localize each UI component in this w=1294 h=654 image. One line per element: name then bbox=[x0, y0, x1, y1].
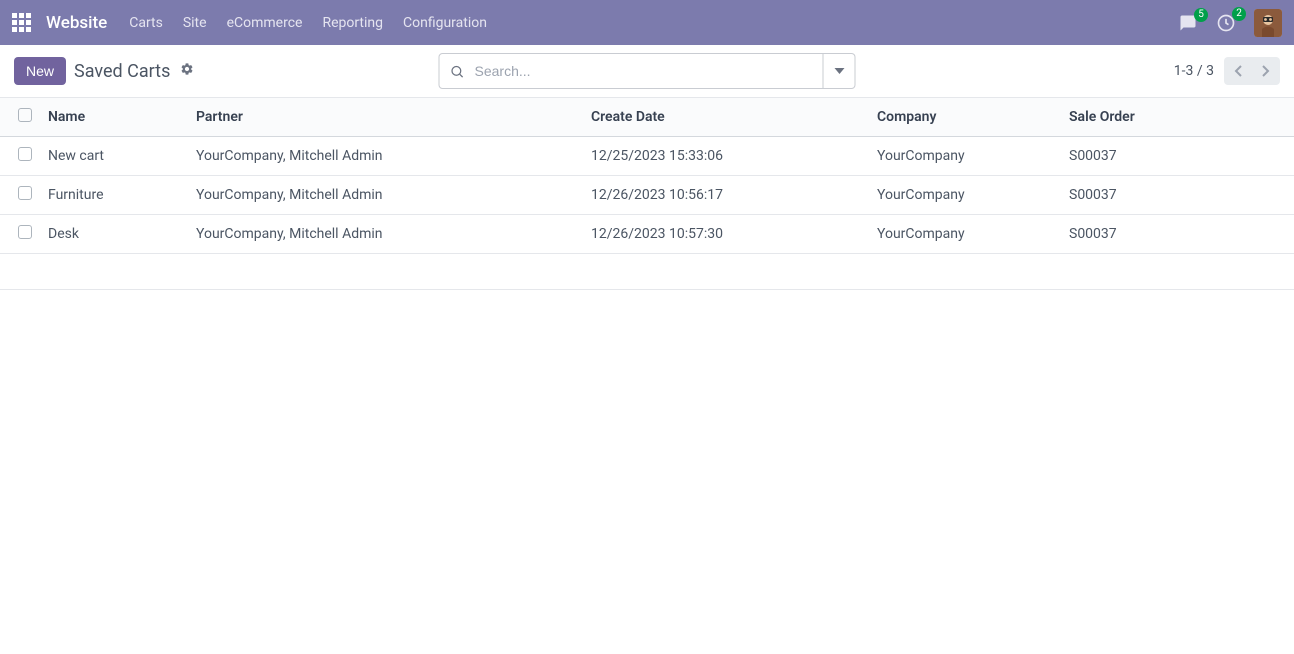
main-menu: Carts Site eCommerce Reporting Configura… bbox=[129, 15, 487, 31]
apps-icon[interactable] bbox=[12, 13, 32, 33]
column-header-company[interactable]: Company bbox=[869, 98, 1061, 137]
table-row[interactable]: New cartYourCompany, Mitchell Admin12/25… bbox=[0, 137, 1294, 176]
search-icon bbox=[450, 64, 465, 79]
cell-company: YourCompany bbox=[869, 176, 1061, 215]
search-box[interactable] bbox=[439, 53, 824, 89]
pager-next-button[interactable] bbox=[1252, 57, 1280, 85]
cell-partner: YourCompany, Mitchell Admin bbox=[188, 176, 583, 215]
menu-site[interactable]: Site bbox=[183, 15, 207, 31]
cell-company: YourCompany bbox=[869, 215, 1061, 254]
column-header-sale-order[interactable]: Sale Order bbox=[1061, 98, 1294, 137]
select-all-checkbox[interactable] bbox=[18, 108, 32, 122]
table-row[interactable]: FurnitureYourCompany, Mitchell Admin12/2… bbox=[0, 176, 1294, 215]
chevron-left-icon bbox=[1234, 65, 1242, 77]
column-header-partner[interactable]: Partner bbox=[188, 98, 583, 137]
caret-down-icon bbox=[834, 66, 844, 76]
cell-name: Furniture bbox=[40, 176, 188, 215]
menu-ecommerce[interactable]: eCommerce bbox=[227, 15, 303, 31]
pager-prev-button[interactable] bbox=[1224, 57, 1252, 85]
row-checkbox[interactable] bbox=[18, 225, 32, 239]
menu-configuration[interactable]: Configuration bbox=[403, 15, 487, 31]
cell-create-date: 12/26/2023 10:56:17 bbox=[583, 176, 869, 215]
table-row[interactable]: DeskYourCompany, Mitchell Admin12/26/202… bbox=[0, 215, 1294, 254]
pager-text[interactable]: 1-3 / 3 bbox=[1174, 63, 1214, 79]
row-checkbox[interactable] bbox=[18, 147, 32, 161]
cell-name: New cart bbox=[40, 137, 188, 176]
table-footer-spacer bbox=[0, 254, 1294, 290]
messages-icon[interactable]: 5 bbox=[1178, 14, 1198, 32]
activities-icon[interactable]: 2 bbox=[1216, 13, 1236, 33]
cell-create-date: 12/26/2023 10:57:30 bbox=[583, 215, 869, 254]
user-avatar[interactable] bbox=[1254, 9, 1282, 37]
cell-partner: YourCompany, Mitchell Admin bbox=[188, 215, 583, 254]
search-input[interactable] bbox=[475, 63, 813, 79]
app-brand[interactable]: Website bbox=[46, 13, 107, 33]
menu-carts[interactable]: Carts bbox=[129, 15, 163, 31]
cell-partner: YourCompany, Mitchell Admin bbox=[188, 137, 583, 176]
new-button[interactable]: New bbox=[14, 57, 66, 85]
cell-sale-order: S00037 bbox=[1061, 176, 1294, 215]
column-header-create-date[interactable]: Create Date bbox=[583, 98, 869, 137]
search-dropdown-toggle[interactable] bbox=[824, 53, 856, 89]
row-checkbox[interactable] bbox=[18, 186, 32, 200]
messages-badge: 5 bbox=[1194, 8, 1208, 22]
column-header-name[interactable]: Name bbox=[40, 98, 188, 137]
activities-badge: 2 bbox=[1232, 7, 1246, 21]
cell-create-date: 12/25/2023 15:33:06 bbox=[583, 137, 869, 176]
cell-sale-order: S00037 bbox=[1061, 215, 1294, 254]
cell-sale-order: S00037 bbox=[1061, 137, 1294, 176]
cell-company: YourCompany bbox=[869, 137, 1061, 176]
top-navbar: Website Carts Site eCommerce Reporting C… bbox=[0, 0, 1294, 45]
chevron-right-icon bbox=[1262, 65, 1270, 77]
gear-icon[interactable] bbox=[180, 62, 194, 80]
menu-reporting[interactable]: Reporting bbox=[322, 15, 383, 31]
records-table: Name Partner Create Date Company Sale Or… bbox=[0, 98, 1294, 254]
control-panel: New Saved Carts 1-3 / 3 bbox=[0, 45, 1294, 98]
page-title: Saved Carts bbox=[74, 61, 170, 82]
cell-name: Desk bbox=[40, 215, 188, 254]
